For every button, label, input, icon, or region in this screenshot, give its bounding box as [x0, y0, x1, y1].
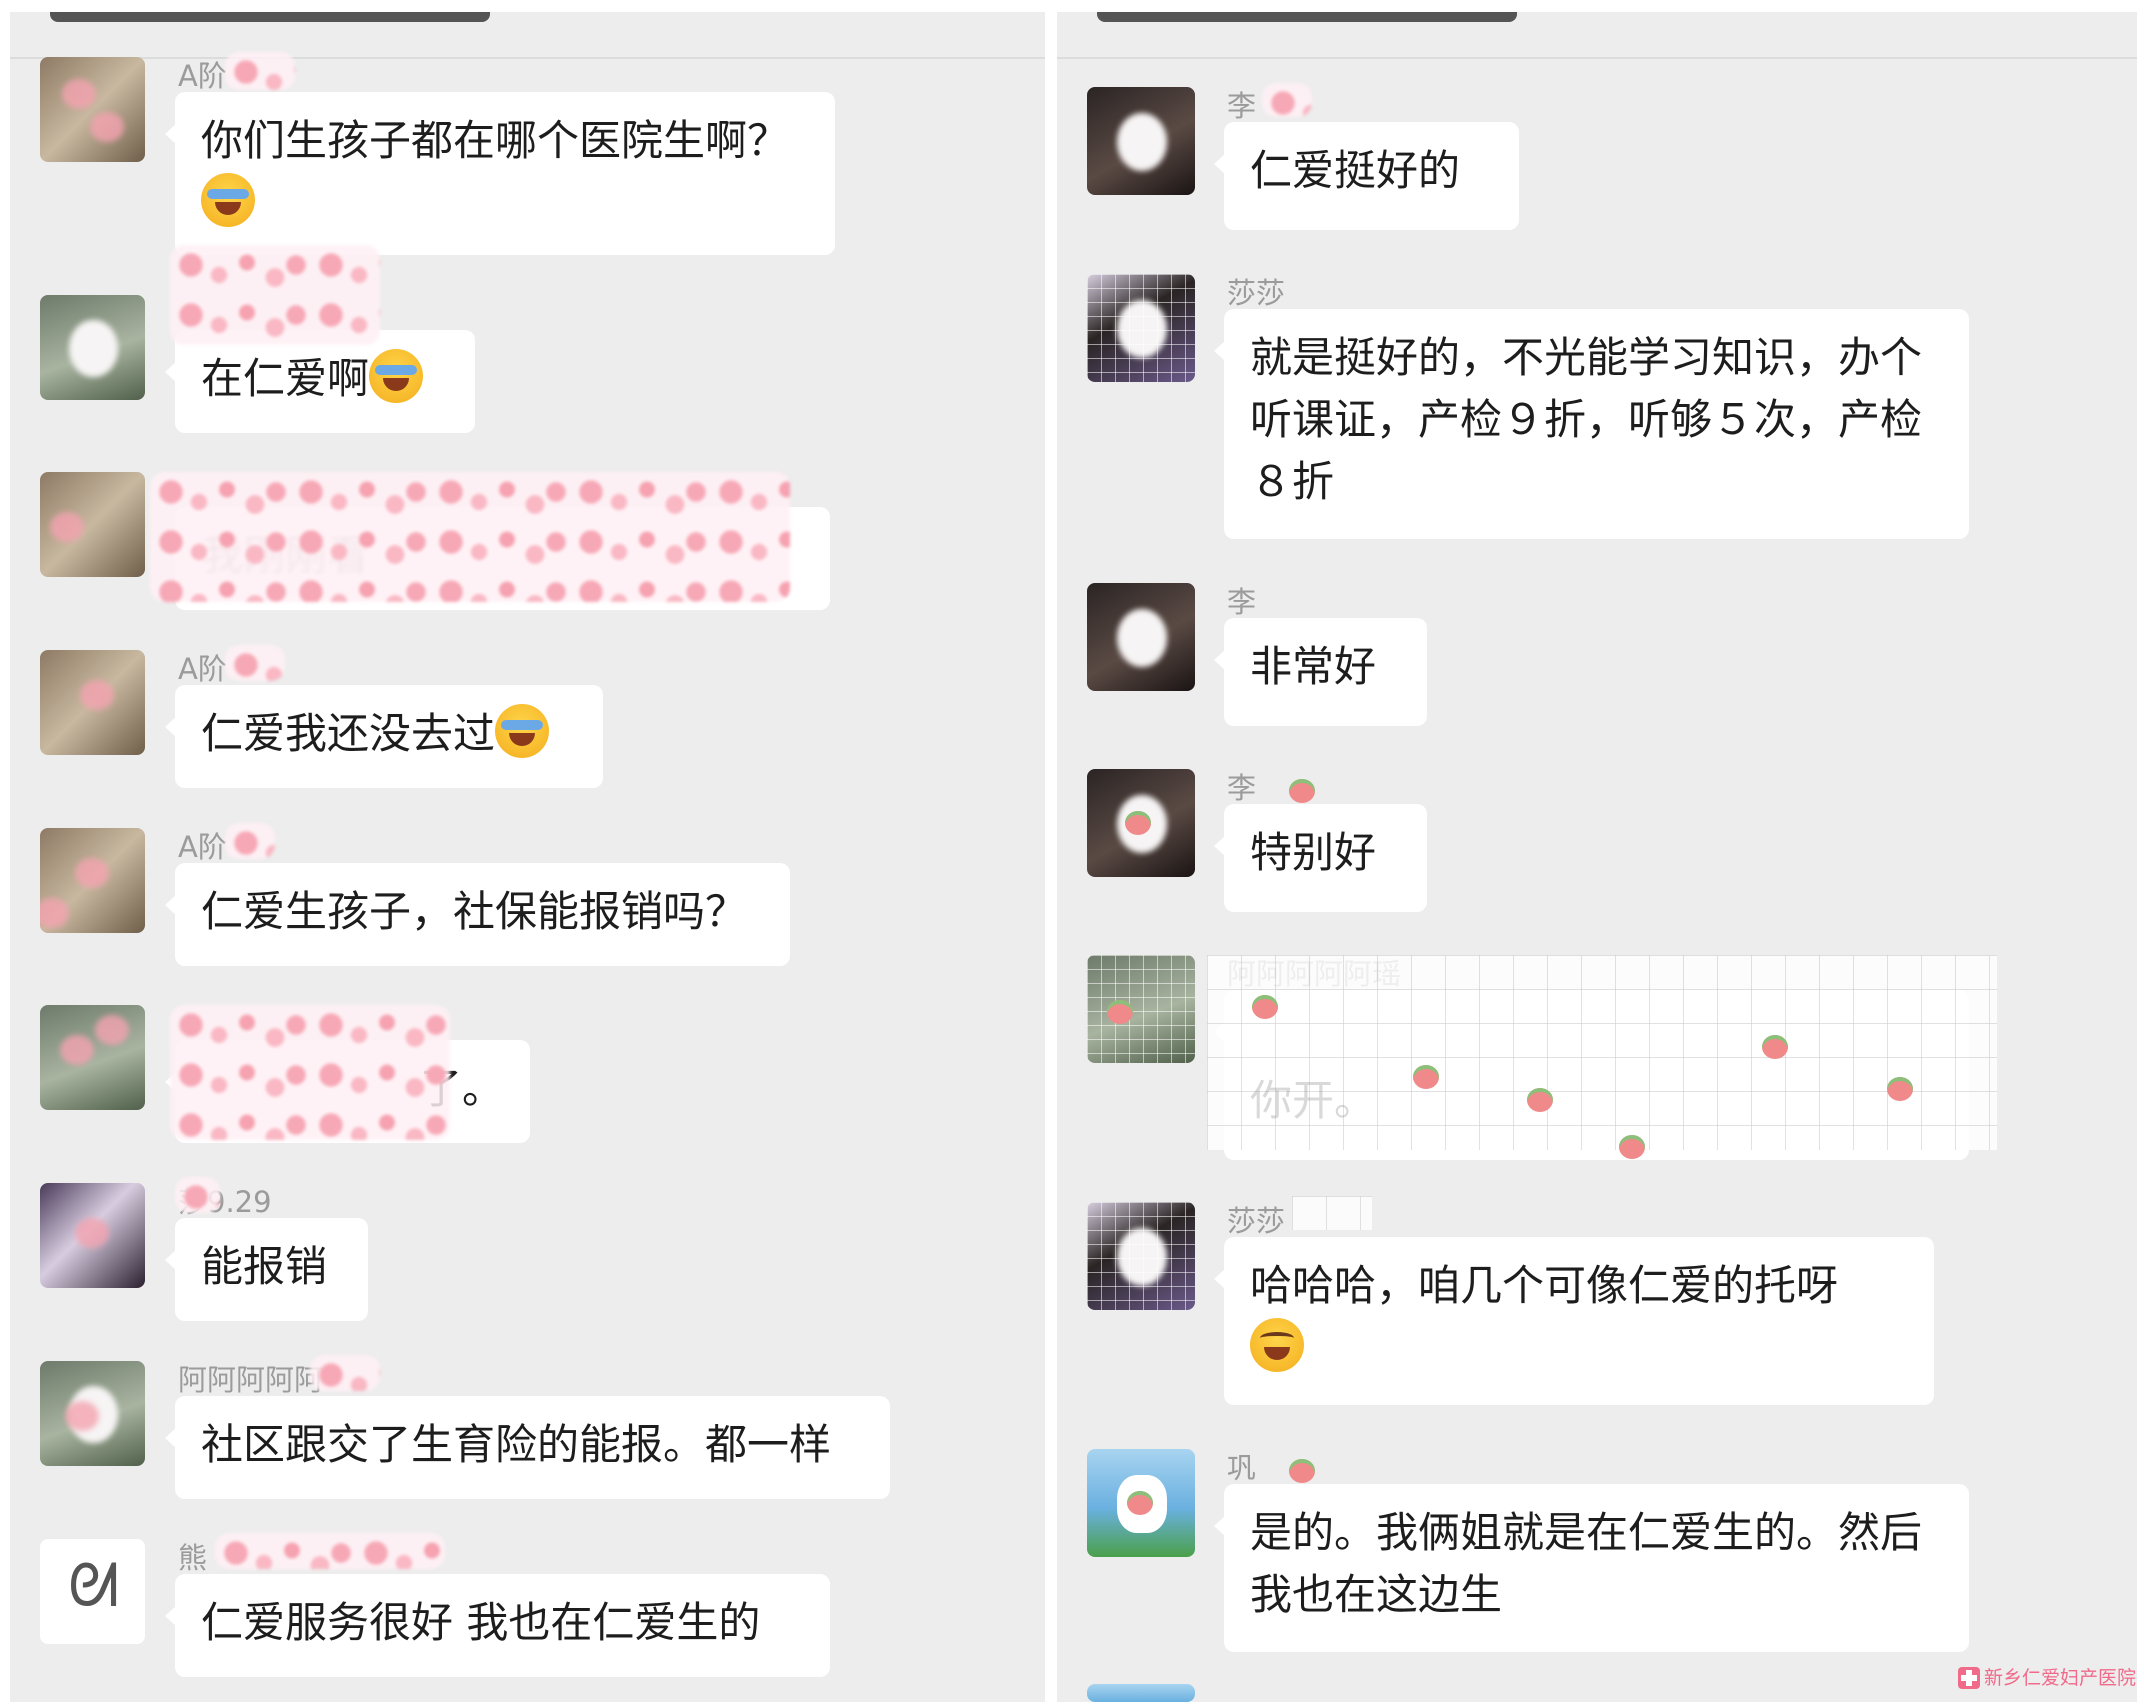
- sender-name: 莎莎: [1227, 276, 1286, 310]
- message-bubble[interactable]: 仁爱服务很好 我也在仁爱生的: [165, 1574, 830, 1677]
- avatar[interactable]: [1087, 1202, 1195, 1310]
- message-text: 了。: [419, 1064, 504, 1113]
- chat-header: [1057, 12, 2137, 59]
- message-text: 哈哈哈，咱几个可像仁爱的托呀: [1250, 1261, 1839, 1310]
- message-text: 能报销: [201, 1242, 328, 1291]
- cry-laugh-emoji: [495, 704, 550, 758]
- message-text: 我刚刚看: [201, 531, 370, 580]
- cry-laugh-emoji: [369, 349, 424, 403]
- message-text: 非常好: [1250, 642, 1377, 691]
- sender-name: 李: [1227, 585, 1257, 619]
- message-text: 社区跟交了生育险的能报。都一样: [201, 1420, 832, 1469]
- avatar[interactable]: [40, 828, 145, 933]
- message-bubble[interactable]: 哈哈哈，咱几个可像仁爱的托呀: [1214, 1237, 1934, 1405]
- sender-name: 莎莎: [1227, 1204, 1286, 1238]
- message-text: 特别好: [1250, 828, 1377, 877]
- avatar[interactable]: [40, 1361, 145, 1466]
- rabbit-icon: ᘛ: [68, 1551, 120, 1621]
- message-bubble[interactable]: 了。: [165, 1040, 530, 1143]
- message-bubble[interactable]: 仁爱生孩子，社保能报销吗？: [165, 863, 790, 966]
- avatar[interactable]: [1087, 769, 1195, 877]
- sender-name: 李: [1227, 771, 1257, 805]
- avatar[interactable]: [1087, 955, 1195, 1063]
- message-bubble[interactable]: 非常好: [1214, 618, 1427, 726]
- message-bubble[interactable]: 特别好: [1214, 804, 1427, 912]
- message-bubble[interactable]: 社区跟交了生育险的能报。都一样: [165, 1396, 890, 1499]
- message-text: 仁爱我还没去过: [201, 709, 496, 758]
- avatar[interactable]: [1087, 274, 1195, 382]
- laugh-tears-emoji: [1250, 1318, 1304, 1372]
- message-bubble[interactable]: 就是挺好的，不光能学习知识，办个听课证，产检９折，听够５次，产检８折: [1214, 309, 1969, 539]
- message-bubble[interactable]: 能报销: [165, 1218, 368, 1321]
- chat-header: [10, 12, 1045, 59]
- message-bubble[interactable]: 仁爱我还没去过: [165, 685, 603, 788]
- sender-name: 李: [1227, 89, 1257, 123]
- message-text: 仁爱服务很好 我也在仁爱生的: [201, 1598, 761, 1647]
- chat-title-cropped: [1097, 12, 1517, 22]
- chat-title-cropped: [50, 12, 490, 22]
- message-bubble[interactable]: 你开。: [1214, 990, 1969, 1160]
- message-bubble[interactable]: 我刚刚看: [165, 507, 830, 610]
- sender-name: A阶: [178, 830, 227, 864]
- cry-laugh-emoji: [201, 173, 255, 227]
- avatar[interactable]: [1087, 87, 1195, 195]
- message-bubble[interactable]: 是的。我俩姐就是在仁爱生的。然后我也在这边生: [1214, 1484, 1969, 1652]
- message-text: 仁爱挺好的: [1250, 146, 1461, 195]
- message-text: 你们生孩子都在哪个医院生啊？: [201, 116, 790, 165]
- sender-name: A阶: [178, 59, 227, 93]
- sender-name: 阿阿阿阿阿: [178, 1363, 324, 1397]
- avatar[interactable]: [40, 650, 145, 755]
- sender-name: A阶: [178, 652, 227, 686]
- avatar[interactable]: [40, 1005, 145, 1110]
- avatar[interactable]: [40, 1183, 145, 1288]
- sender-name: 阿阿阿阿阿瑶: [1227, 957, 1402, 991]
- message-text: 在仁爱啊: [201, 354, 370, 403]
- avatar[interactable]: [40, 295, 145, 400]
- chat-panel-right: 李 仁爱挺好的 莎莎 就是挺好的，不光能学习知识，办个听课证，产检９折，听够５次…: [1057, 12, 2137, 1702]
- message-text: 就是挺好的，不光能学习知识，办个听课证，产检９折，听够５次，产检８折: [1250, 333, 1923, 506]
- message-bubble[interactable]: 你们生孩子都在哪个医院生啊？: [165, 92, 835, 255]
- message-text: 你开。: [1250, 1076, 1377, 1125]
- avatar[interactable]: [1087, 1684, 1195, 1702]
- hospital-cross-icon: [1958, 1667, 1980, 1689]
- message-bubble[interactable]: 在仁爱啊: [165, 330, 475, 433]
- hospital-watermark: 新乡仁爱妇产医院: [1958, 1663, 2136, 1690]
- avatar[interactable]: ᘛ: [40, 1539, 145, 1644]
- message-bubble[interactable]: 仁爱挺好的: [1214, 122, 1519, 230]
- message-text: 是的。我俩姐就是在仁爱生的。然后我也在这边生: [1250, 1508, 1923, 1619]
- avatar[interactable]: [40, 57, 145, 162]
- message-text: 仁爱生孩子，社保能报销吗？: [201, 887, 748, 936]
- sender-name: 巩: [1227, 1451, 1257, 1485]
- sender-name: 熊: [178, 1541, 208, 1575]
- chat-panel-left: A阶 你们生孩子都在哪个医院生啊？ 在仁爱啊 我刚刚看 A阶 仁爱我还没去过 A…: [10, 12, 1045, 1702]
- avatar[interactable]: [1087, 1449, 1195, 1557]
- avatar[interactable]: [1087, 583, 1195, 691]
- avatar[interactable]: [40, 472, 145, 577]
- sender-name: 莎9.29: [178, 1185, 272, 1219]
